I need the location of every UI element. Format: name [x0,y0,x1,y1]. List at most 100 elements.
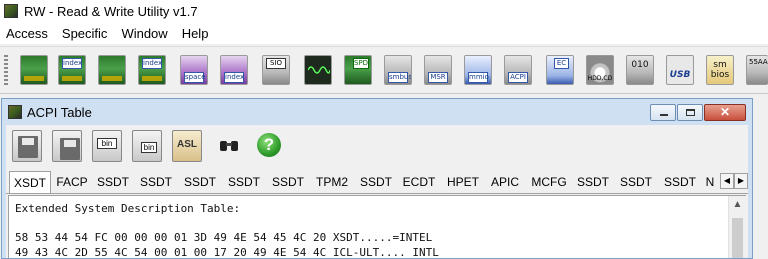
tab-scroll-left-button[interactable]: ◀ [720,173,734,189]
smbus-button[interactable]: smbus [384,55,412,85]
tab-ssdt-5[interactable]: SSDT [268,173,308,192]
help-icon: ? [257,133,281,157]
usb-label: USB [669,70,691,80]
scroll-thumb[interactable] [732,218,743,258]
oscilloscope-button[interactable] [304,55,332,85]
smbios-button[interactable]: sm bios [706,55,734,85]
floppy-disk-icon [18,136,38,158]
superio-label: SIO [266,58,286,69]
superio-button[interactable]: SIO [262,55,290,85]
acpi-label: ACPI [508,72,528,83]
pci-index-icon [62,76,82,81]
io-space-button[interactable]: space [180,55,208,85]
bin-label: bin [97,138,117,149]
app-title-bar: RW - Read & Write Utility v1.7 [0,0,768,22]
hdd-cd-button[interactable]: HDD,CD [586,55,614,85]
maximize-button[interactable] [677,104,703,121]
memory-index-label: index [142,58,163,69]
maximize-icon [686,109,695,116]
child-window-icon [8,105,22,119]
bin-stack-label: bin [141,142,157,153]
ec-button[interactable]: EC [546,55,574,85]
io-space-label: space [184,72,206,83]
find-button[interactable] [214,130,244,162]
scroll-up-icon[interactable]: ▲ [729,199,746,210]
tab-partial[interactable]: N [703,173,717,192]
save-button[interactable] [12,130,42,162]
hex-line-1: 58 53 44 54 FC 00 00 00 01 3D 49 4E 54 4… [15,231,433,244]
tab-facp[interactable]: FACP [53,173,91,192]
tab-mcfg[interactable]: MCFG [528,173,570,192]
pci-card-icon [24,76,44,81]
memory-index-button[interactable]: index [138,55,166,85]
msr-button[interactable]: MSR [424,55,452,85]
file-010-label: 010 [631,60,649,70]
tab-ssdt-6[interactable]: SSDT [356,173,396,192]
close-button[interactable]: ✕ [704,104,746,121]
floppy-stack-icon [60,138,80,160]
55aa-label: 55AA [749,58,768,66]
menu-access[interactable]: Access [0,26,55,41]
child-window-title: ACPI Table [27,104,92,120]
hdd-cd-label: HDD,CD [587,75,613,82]
smbios-label: sm bios [710,60,730,80]
pci-index-button[interactable]: index [58,55,86,85]
tab-ssdt-1[interactable]: SSDT [93,173,133,192]
child-title-bar[interactable]: ACPI Table ✕ [2,99,752,125]
55aa-button[interactable]: 55AA [746,55,768,85]
asl-button[interactable]: ASL [172,130,202,162]
io-index-button[interactable]: index [220,55,248,85]
tab-ssdt-3[interactable]: SSDT [180,173,220,192]
tab-scroll-arrows: ◀ ▶ [720,173,748,189]
acpi-button[interactable]: ACPI [504,55,532,85]
window-controls: ✕ [649,104,746,121]
save-bin-button[interactable]: bin [92,130,122,162]
msr-label: MSR [428,72,448,83]
child-client-area: bin bin ASL ? XSDT FACP SSDT SSDT SSDT S… [6,125,748,258]
save-all-bin-button[interactable]: bin [132,130,162,162]
menu-help[interactable]: Help [175,26,216,41]
table-tabs: XSDT FACP SSDT SSDT SSDT SSDT SSDT TPM2 … [6,171,748,194]
help-button[interactable]: ? [254,130,284,162]
smbus-label: smbus [388,72,412,83]
menu-bar: Access Specific Window Help [0,22,768,44]
file-010-button[interactable]: 010 [626,55,654,85]
minimize-button[interactable] [650,104,676,121]
menu-specific[interactable]: Specific [55,26,115,41]
oscilloscope-icon [308,66,330,74]
tab-ssdt-8[interactable]: SSDT [616,173,656,192]
tab-ssdt-7[interactable]: SSDT [573,173,613,192]
tab-ssdt-2[interactable]: SSDT [136,173,176,192]
child-toolbar: bin bin ASL ? [6,125,748,169]
acpi-table-window: ACPI Table ✕ bin bin ASL ? XSDT FACP SSD… [1,98,753,259]
tab-apic[interactable]: APIC [486,173,524,192]
tab-hpet[interactable]: HPET [443,173,483,192]
tab-ssdt-4[interactable]: SSDT [224,173,264,192]
table-dump-view[interactable]: Extended System Description Table: 58 53… [8,195,746,258]
usb-button[interactable]: USB [666,55,694,85]
minimize-icon [660,114,668,116]
memory-module-icon [102,76,122,81]
tab-tpm2[interactable]: TPM2 [311,173,353,192]
menu-window[interactable]: Window [114,26,174,41]
memory-button[interactable] [98,55,126,85]
memory-index-icon [142,76,162,81]
main-toolbar: index index space index SIO SPD smbus MS… [0,46,768,94]
app-icon [4,4,18,18]
tab-ecdt[interactable]: ECDT [399,173,439,192]
spd-label: SPD [353,58,369,69]
tab-scroll-right-button[interactable]: ▶ [734,173,748,189]
tab-xsdt[interactable]: XSDT [9,171,51,193]
mmio-button[interactable]: mmio [464,55,492,85]
pci-index-label: index [62,58,83,69]
hex-line-2: 49 43 4C 2D 55 4C 54 00 01 00 17 20 49 4… [15,246,439,258]
mmio-label: mmio [468,72,489,83]
close-icon: ✕ [719,105,731,119]
vertical-scrollbar[interactable]: ▲ [728,196,746,258]
save-all-button[interactable] [52,130,82,162]
ec-label: EC [554,58,569,69]
pci-button[interactable] [20,55,48,85]
spd-button[interactable]: SPD [344,55,372,85]
tab-ssdt-9[interactable]: SSDT [660,173,700,192]
toolbar-grip[interactable] [4,55,8,85]
